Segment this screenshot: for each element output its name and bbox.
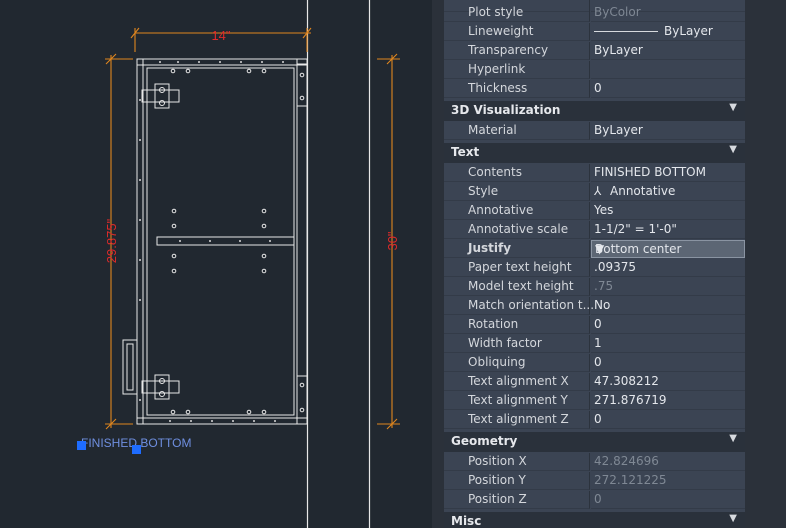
prop-label: Material xyxy=(468,123,517,137)
prop-value: 47.308212 xyxy=(594,374,659,388)
prop-row-justify[interactable]: Justify Bottom center ▼ xyxy=(444,240,745,259)
prop-value: .09375 xyxy=(594,260,636,274)
prop-label: Text alignment Y xyxy=(468,393,568,407)
prop-label: Model text height xyxy=(468,279,574,293)
palette-side-strip xyxy=(745,0,786,528)
prop-label: Text alignment Z xyxy=(468,412,569,426)
prop-label: Match orientation t... xyxy=(468,298,595,312)
shelf-pin-holes xyxy=(170,68,305,415)
prop-row-text-alignment-z[interactable]: Text alignment Z 0 xyxy=(444,411,745,430)
dropdown-arrow-icon[interactable]: ▼ xyxy=(595,242,739,256)
prop-label: Paper text height xyxy=(468,260,572,274)
prop-value: .75 xyxy=(594,279,614,293)
prop-value: 0 xyxy=(594,412,602,426)
properties-palette[interactable]: Plot style ByColor Lineweight ByLayer Tr… xyxy=(444,0,745,528)
prop-value: Yes xyxy=(594,203,614,217)
prop-label: Justify xyxy=(468,241,512,255)
section-text[interactable]: Text ▼ xyxy=(444,143,745,163)
section-misc[interactable]: Misc ▼ xyxy=(444,512,745,528)
prop-row-annotative[interactable]: Annotative Yes xyxy=(444,202,745,221)
prop-row-obliquing[interactable]: Obliquing 0 xyxy=(444,354,745,373)
prop-value: ByLayer xyxy=(594,123,643,137)
section-3d-visualization[interactable]: 3D Visualization ▼ xyxy=(444,101,745,121)
drawing-canvas[interactable]: 14" 29.875" 30" FINISHED BOTTOM xyxy=(0,0,432,528)
prop-row-rotation[interactable]: Rotation 0 xyxy=(444,316,745,335)
prop-label: Position Y xyxy=(468,473,526,487)
justify-dropdown[interactable]: Bottom center ▼ xyxy=(591,240,745,258)
prop-row-width-factor[interactable]: Width factor 1 xyxy=(444,335,745,354)
collapse-icon[interactable]: ▼ xyxy=(729,513,737,524)
text-grip-center xyxy=(132,445,141,454)
prop-label: Obliquing xyxy=(468,355,526,369)
prop-label: Rotation xyxy=(468,317,519,331)
prop-row-text-alignment-x[interactable]: Text alignment X 47.308212 xyxy=(444,373,745,392)
prop-value: ByColor xyxy=(594,5,641,19)
hinge-bottom xyxy=(141,374,180,400)
section-title: 3D Visualization xyxy=(451,103,561,117)
hinge-top xyxy=(141,83,180,109)
prop-row-contents[interactable]: Contents FINISHED BOTTOM xyxy=(444,164,745,183)
prop-value: 0 xyxy=(594,355,602,369)
prop-row-position-y[interactable]: Position Y 272.121225 xyxy=(444,472,745,491)
section-title: Misc xyxy=(451,514,482,528)
prop-value: 42.824696 xyxy=(594,454,659,468)
collapse-icon[interactable]: ▼ xyxy=(729,144,737,155)
prop-row-text-alignment-y[interactable]: Text alignment Y 271.876719 xyxy=(444,392,745,411)
prop-label: Lineweight xyxy=(468,24,534,38)
prop-label: Position Z xyxy=(468,492,527,506)
outer-height-dimension-text: 30" xyxy=(385,231,400,250)
section-title: Text xyxy=(451,145,480,159)
material-hatch xyxy=(139,61,284,422)
prop-label: Hyperlink xyxy=(468,62,526,76)
prop-value: ByLayer xyxy=(594,43,643,57)
cabinet-body xyxy=(122,58,308,425)
prop-row-hyperlink[interactable]: Hyperlink xyxy=(444,61,745,80)
prop-label: Annotative scale xyxy=(468,222,569,236)
prop-value: FINISHED BOTTOM xyxy=(594,165,706,179)
prop-label: Style xyxy=(468,184,499,198)
cabinet-elevation-drawing[interactable]: 14" 29.875" 30" FINISHED BOTTOM xyxy=(0,0,432,528)
prop-value: ByLayer xyxy=(664,24,713,38)
collapse-icon[interactable]: ▼ xyxy=(729,102,737,113)
prop-label: Contents xyxy=(468,165,522,179)
prop-label: Position X xyxy=(468,454,527,468)
prop-value: 1-1/2" = 1'-0" xyxy=(594,222,677,236)
prop-row-position-x[interactable]: Position X 42.824696 xyxy=(444,453,745,472)
lineweight-sample xyxy=(594,31,658,32)
prop-row-paper-text-height[interactable]: Paper text height .09375 xyxy=(444,259,745,278)
section-title: Geometry xyxy=(451,434,518,448)
annotative-icon: ⅄ xyxy=(594,184,602,198)
prop-row-match-orientation[interactable]: Match orientation t... No xyxy=(444,297,745,316)
panel-gutter xyxy=(432,0,444,528)
prop-label: Annotative xyxy=(468,203,534,217)
prop-row-style[interactable]: Style ⅄ Annotative xyxy=(444,183,745,202)
prop-label: Width factor xyxy=(468,336,542,350)
prop-value: 0 xyxy=(594,81,602,95)
prop-label: Thickness xyxy=(468,81,528,95)
inner-height-dimension-text: 29.875" xyxy=(104,218,119,263)
prop-label: Transparency xyxy=(468,43,549,57)
width-dimension-text: 14" xyxy=(211,28,230,43)
prop-row-position-z[interactable]: Position Z 0 xyxy=(444,491,745,510)
prop-value: 271.876719 xyxy=(594,393,667,407)
text-grip-start xyxy=(77,441,86,450)
prop-value: 1 xyxy=(594,336,602,350)
prop-value: 272.121225 xyxy=(594,473,667,487)
prop-row-material[interactable]: Material ByLayer xyxy=(444,122,745,141)
prop-row-annotative-scale[interactable]: Annotative scale 1-1/2" = 1'-0" xyxy=(444,221,745,240)
prop-value: 0 xyxy=(594,317,602,331)
section-geometry[interactable]: Geometry ▼ xyxy=(444,432,745,452)
prop-value: No xyxy=(594,298,611,312)
prop-row-lineweight[interactable]: Lineweight ByLayer xyxy=(444,23,745,42)
prop-value: 0 xyxy=(594,492,602,506)
prop-row-plot-style[interactable]: Plot style ByColor xyxy=(444,4,745,23)
collapse-icon[interactable]: ▼ xyxy=(729,433,737,444)
prop-row-transparency[interactable]: Transparency ByLayer xyxy=(444,42,745,61)
prop-row-model-text-height[interactable]: Model text height .75 xyxy=(444,278,745,297)
prop-label: Text alignment X xyxy=(468,374,569,388)
prop-label: Plot style xyxy=(468,5,524,19)
prop-row-thickness[interactable]: Thickness 0 xyxy=(444,80,745,99)
prop-value: Annotative xyxy=(610,184,676,198)
